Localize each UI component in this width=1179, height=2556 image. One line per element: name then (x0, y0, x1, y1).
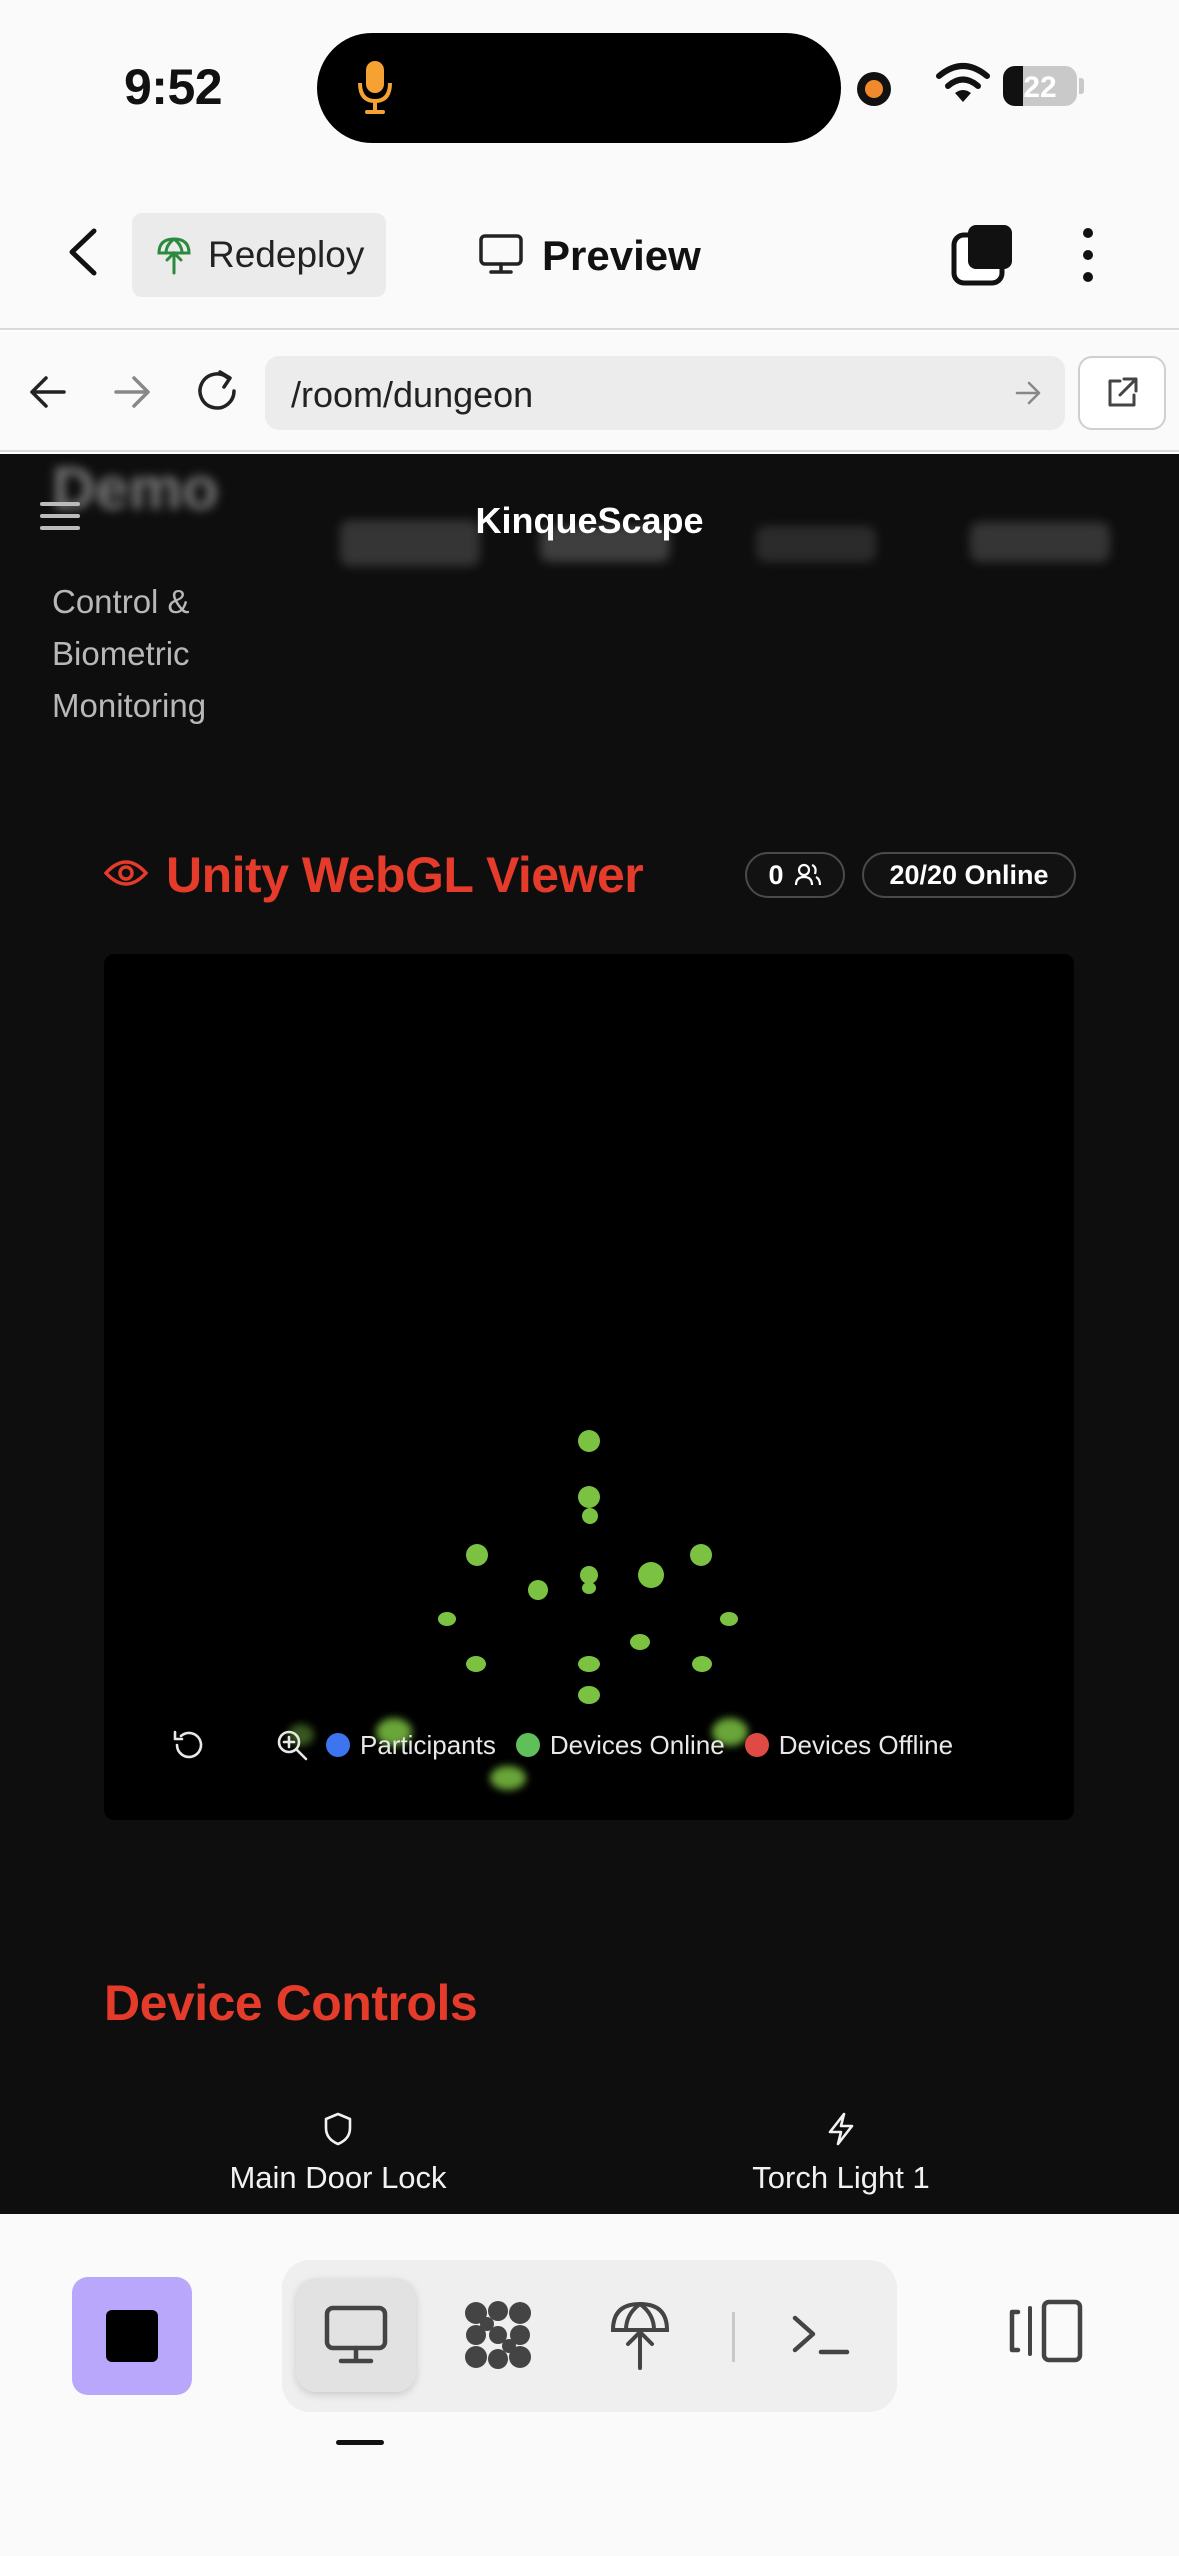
device-controls-heading: Device Controls (104, 1975, 478, 2031)
redeploy-button[interactable]: Redeploy (132, 213, 386, 297)
reload-button[interactable] (192, 366, 242, 421)
viewer-title: Unity WebGL Viewer (166, 847, 644, 903)
network-icon (465, 2301, 531, 2369)
recording-indicator (857, 72, 891, 106)
device-marker[interactable] (466, 1656, 486, 1672)
deploy-icon (610, 2301, 670, 2370)
active-tool-indicator (336, 2440, 384, 2445)
participants-badge: 0 (745, 852, 845, 898)
tool-terminal-button[interactable] (760, 2278, 880, 2392)
tabs-button[interactable] (950, 223, 1016, 287)
legend-label: Participants (360, 1729, 496, 1760)
terminal-icon (792, 2315, 850, 2355)
battery-level: 22 (1023, 71, 1057, 104)
rotate-ccw-icon (173, 1730, 203, 1759)
shield-icon (138, 2112, 538, 2146)
legend-devices-offline: Devices Offline (744, 1729, 954, 1761)
preview-tab[interactable]: Preview (478, 221, 701, 291)
device-marker[interactable] (582, 1508, 598, 1524)
microphone-icon (357, 59, 393, 122)
viewer-controls: Participants Devices Online Devices Offl… (164, 1722, 1044, 1768)
bottom-toolbar (0, 2214, 1179, 2556)
zoom-in-button[interactable] (268, 1721, 316, 1769)
lightning-icon (641, 2112, 1041, 2146)
toolbar-divider (732, 2312, 735, 2362)
eye-icon (103, 857, 149, 894)
external-link-icon (1108, 377, 1138, 407)
tool-deploy-button[interactable] (580, 2278, 700, 2392)
device-marker[interactable] (528, 1580, 548, 1600)
legend-label: Devices Online (549, 1729, 725, 1760)
redeploy-label: Redeploy (208, 234, 365, 275)
arrow-right-icon (114, 376, 150, 408)
app-header: Redeploy Preview (0, 175, 1179, 330)
wifi-icon (936, 62, 990, 111)
device-marker[interactable] (692, 1656, 712, 1672)
monitor-icon (324, 2305, 388, 2364)
url-input[interactable]: /room/dungeon (265, 356, 1065, 430)
device-marker[interactable] (720, 1612, 738, 1626)
web-preview: Demo KinqueScape Control & Biometric Mon… (0, 454, 1179, 2214)
device-marker[interactable] (490, 1766, 526, 1790)
legend-devices-online: Devices Online (515, 1729, 725, 1761)
reset-view-button[interactable] (164, 1721, 212, 1769)
tool-preview-button[interactable] (296, 2278, 416, 2392)
stop-button[interactable] (72, 2277, 192, 2395)
open-external-button[interactable] (1078, 356, 1166, 430)
site-brand[interactable]: KinqueScape (0, 500, 1179, 542)
device-control-torch-light-1[interactable]: Torch Light 1 (641, 2112, 1041, 2196)
monitor-icon (478, 233, 524, 280)
browser-forward-button[interactable] (110, 370, 154, 419)
users-icon (794, 863, 822, 887)
panel-layout-icon (1009, 2299, 1083, 2363)
webgl-viewer-canvas[interactable]: Participants Devices Online Devices Offl… (104, 954, 1074, 1820)
legend-dot-participants (326, 1733, 350, 1757)
tool-network-button[interactable] (438, 2278, 558, 2392)
online-status-badge: 20/20 Online (862, 852, 1076, 898)
tabs-icon (951, 225, 1012, 286)
arrow-left-icon (30, 376, 66, 408)
device-control-label: Main Door Lock (229, 2160, 447, 2195)
status-bar: 9:52 22 (0, 0, 1179, 175)
url-text: /room/dungeon (291, 374, 534, 415)
participants-count: 0 (768, 859, 784, 890)
legend-participants: Participants (326, 1730, 496, 1761)
device-marker[interactable] (578, 1686, 600, 1704)
device-marker[interactable] (578, 1430, 600, 1452)
device-control-main-door-lock[interactable]: Main Door Lock (138, 2112, 538, 2196)
zoom-in-icon (277, 1730, 308, 1761)
browser-back-button[interactable] (26, 370, 70, 419)
legend-dot-online (515, 1733, 540, 1757)
stop-icon (106, 2310, 158, 2362)
reload-icon (198, 370, 236, 410)
page-description: Control & Biometric Monitoring (52, 583, 207, 724)
go-arrow-icon[interactable] (1013, 378, 1043, 413)
browser-nav-bar: /room/dungeon (0, 332, 1179, 452)
more-options-button[interactable] (1070, 225, 1106, 285)
device-marker[interactable] (630, 1634, 650, 1650)
battery-indicator: 22 (1003, 66, 1077, 106)
device-marker[interactable] (690, 1544, 712, 1566)
dynamic-island (317, 33, 841, 143)
legend-dot-offline (744, 1733, 769, 1757)
preview-label: Preview (542, 232, 701, 279)
legend-label: Devices Offline (778, 1729, 954, 1760)
viewer-heading: Unity WebGL Viewer (103, 846, 644, 904)
back-button[interactable] (60, 225, 110, 279)
device-marker[interactable] (578, 1486, 600, 1508)
device-marker[interactable] (438, 1612, 456, 1626)
status-time: 9:52 (124, 59, 223, 115)
panel-toggle-button[interactable] (1008, 2298, 1086, 2369)
deploy-icon (156, 235, 192, 275)
chevron-left-icon (69, 228, 97, 276)
device-marker[interactable] (578, 1656, 600, 1672)
device-marker[interactable] (466, 1544, 488, 1566)
tool-switcher (282, 2260, 897, 2412)
device-marker[interactable] (582, 1582, 596, 1594)
device-control-label: Torch Light 1 (752, 2160, 930, 2195)
more-vertical-icon (1083, 228, 1093, 282)
device-marker[interactable] (638, 1562, 664, 1588)
